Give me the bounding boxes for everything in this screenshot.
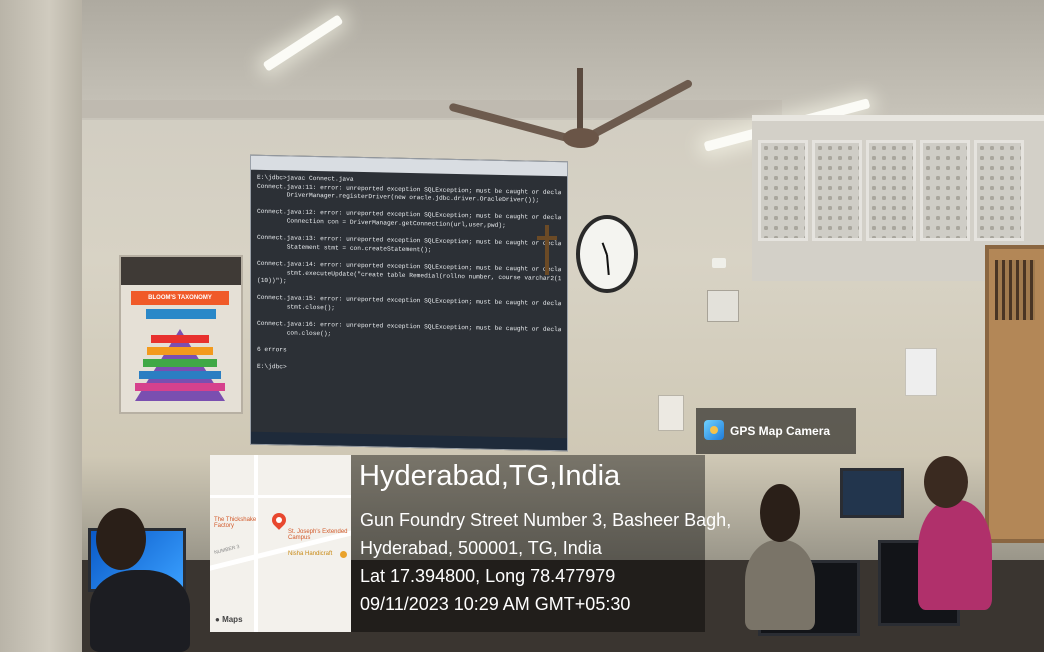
- location-city: Hyderabad,TG,India: [359, 460, 621, 492]
- map-road: [210, 495, 351, 498]
- pyramid-band: [147, 347, 213, 355]
- poster-header: [121, 257, 241, 285]
- ceiling-fan-hub: [563, 128, 599, 148]
- student-left: [90, 570, 190, 652]
- window-pane: [920, 140, 970, 241]
- blooms-taxonomy-poster: BLOOM'S TAXONOMY: [119, 255, 243, 414]
- location-coordinates: Lat 17.394800, Long 78.477979: [360, 566, 616, 586]
- gps-map-camera-label: GPS Map Camera: [730, 424, 831, 438]
- clock-hour-hand: [601, 242, 608, 256]
- pyramid-band: [151, 335, 209, 343]
- electrical-box: [707, 290, 739, 322]
- student-left-head: [96, 508, 146, 570]
- map-poi-st-josephs: St. Joseph's Extended Campus: [288, 529, 348, 541]
- gps-map-camera-icon-dot: [710, 426, 718, 434]
- pyramid-band: [139, 371, 221, 379]
- instructor: [918, 500, 992, 610]
- instructor-head: [924, 456, 968, 508]
- window-pane: [866, 140, 916, 241]
- switch-board: [658, 395, 684, 431]
- pyramid-band: [135, 383, 225, 391]
- window-pane: [812, 140, 862, 241]
- poster-title: BLOOM'S TAXONOMY: [131, 291, 229, 305]
- poster-banner: [146, 309, 216, 319]
- wall-cross-bar: [537, 236, 557, 240]
- window-pane: [758, 140, 808, 241]
- projected-console: E:\jdbc>javac Connect.java Connect.java:1…: [250, 154, 568, 452]
- console-output: E:\jdbc>javac Connect.java Connect.java:1…: [251, 170, 567, 382]
- map-poi-thickshake: The Thickshake Factory: [214, 517, 257, 529]
- location-map-thumbnail: NUMBER 3 The Thickshake Factory St. Jose…: [210, 455, 351, 632]
- wall-notice: [905, 348, 937, 396]
- wall-clock: [576, 215, 638, 293]
- pyramid-band: [143, 359, 217, 367]
- student-center-head: [760, 484, 800, 542]
- map-poi-nisha: Nisha Handicraft: [288, 551, 333, 557]
- map-poi-icon: [340, 551, 347, 558]
- monitor-screen: [843, 471, 901, 515]
- map-road: [254, 455, 258, 632]
- cctv-camera: [712, 258, 726, 268]
- location-address-line-2: Hyderabad, 500001, TG, India: [360, 538, 602, 558]
- projected-taskbar: [251, 431, 567, 451]
- apple-logo-icon: ●: [215, 615, 223, 624]
- map-street-label: NUMBER 3: [213, 543, 241, 557]
- student-center: [745, 540, 815, 630]
- classroom-photo: BLOOM'S TAXONOMY E:\jdbc>javac Connect.j…: [0, 0, 1044, 652]
- map-attribution: ● Maps: [215, 615, 243, 624]
- map-pin-dot: [276, 517, 282, 523]
- map-attribution-text: Maps: [222, 615, 243, 624]
- location-address-line-1: Gun Foundry Street Number 3, Basheer Bag…: [360, 510, 732, 530]
- ceiling-beam: [82, 100, 782, 118]
- location-datetime: 09/11/2023 10:29 AM GMT+05:30: [360, 594, 631, 614]
- window-pane: [974, 140, 1024, 241]
- monitor-right: [840, 468, 904, 518]
- clock-minute-hand: [606, 254, 610, 276]
- door-vent: [995, 260, 1035, 320]
- wall-cross: [545, 225, 549, 275]
- left-pillar: [0, 0, 82, 652]
